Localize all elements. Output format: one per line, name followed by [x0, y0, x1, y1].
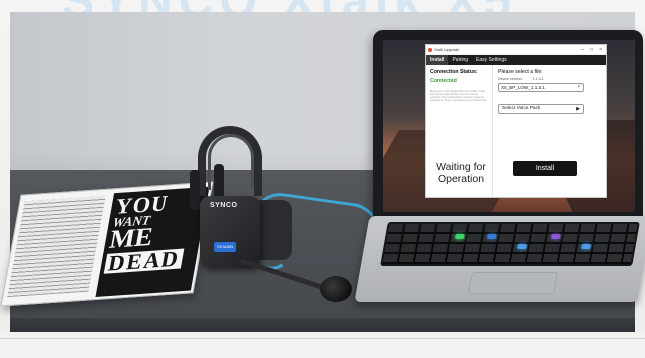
laptop-trackpad — [468, 272, 558, 294]
device-version-row: Device version: 1.1.3.1 — [498, 77, 606, 81]
headset: SYNCO X5 MAIN — [180, 118, 380, 308]
device-version-label: Device version: — [498, 77, 523, 81]
laptop-keyboard — [380, 222, 640, 266]
file-select-field[interactable]: X5_BP_LOW_1.1.3.1 × — [498, 83, 584, 92]
connection-panel: Connection Status: Connected Please turn… — [426, 65, 493, 197]
device-version-value: 1.1.3.1 — [532, 77, 544, 81]
app-title: Xtalk Upgrade — [434, 47, 460, 52]
floor-line — [0, 338, 645, 339]
magazine-word-4: DEAD — [103, 246, 185, 275]
upgrade-app-window: Xtalk Upgrade – □ × Install Pairing Easy… — [425, 44, 607, 198]
key-backlight — [550, 234, 561, 239]
key-backlight — [486, 234, 497, 239]
selected-file-name: X5_BP_LOW_1.1.3.1 — [501, 85, 545, 90]
close-button[interactable]: × — [599, 45, 602, 55]
headset-microphone — [320, 276, 352, 302]
file-panel: Please select a file: Device version: 1.… — [498, 69, 606, 176]
tab-install[interactable]: Install — [426, 55, 449, 65]
select-voice-pack-button[interactable]: Select Voice Pack ▶ — [498, 104, 584, 114]
install-button[interactable]: Install — [513, 161, 577, 176]
floor — [0, 332, 645, 358]
tab-bar: Install Pairing Easy Settings — [426, 55, 606, 65]
select-file-label: Please select a file: — [498, 69, 543, 75]
tab-easy-settings[interactable]: Easy Settings — [472, 55, 511, 65]
headset-antenna — [190, 170, 200, 210]
connection-status-value: Connected — [430, 78, 457, 84]
app-titlebar: Xtalk Upgrade – □ × — [426, 45, 606, 55]
maximize-button[interactable]: □ — [590, 45, 593, 55]
key-backlight — [517, 244, 527, 249]
clear-file-icon[interactable]: × — [577, 84, 580, 91]
waiting-status: Waiting for Operation — [436, 161, 486, 185]
headset-antenna — [214, 164, 224, 198]
app-body: Connection Status: Connected Please turn… — [426, 65, 606, 197]
keyboard-keys — [382, 224, 638, 264]
app-logo-icon — [428, 48, 432, 52]
connection-status-label: Connection Status: — [430, 69, 478, 75]
key-backlight — [454, 234, 465, 239]
minimize-button[interactable]: – — [581, 45, 584, 55]
product-scene: SYNCO Xtalk X5 YOU WANT ME DEAD SYNCO X5… — [0, 0, 645, 358]
desk-edge — [10, 318, 635, 332]
connection-hint: Please turn on the headset then use a US… — [430, 90, 487, 102]
key-backlight — [581, 244, 591, 249]
headset-screen: X5 MAIN — [214, 242, 236, 252]
headset-brand: SYNCO — [210, 202, 238, 209]
magazine-text-page — [7, 195, 106, 298]
play-arrow-icon: ▶ — [576, 106, 580, 112]
tab-pairing[interactable]: Pairing — [448, 55, 472, 65]
voice-pack-label: Select Voice Pack — [502, 106, 541, 111]
